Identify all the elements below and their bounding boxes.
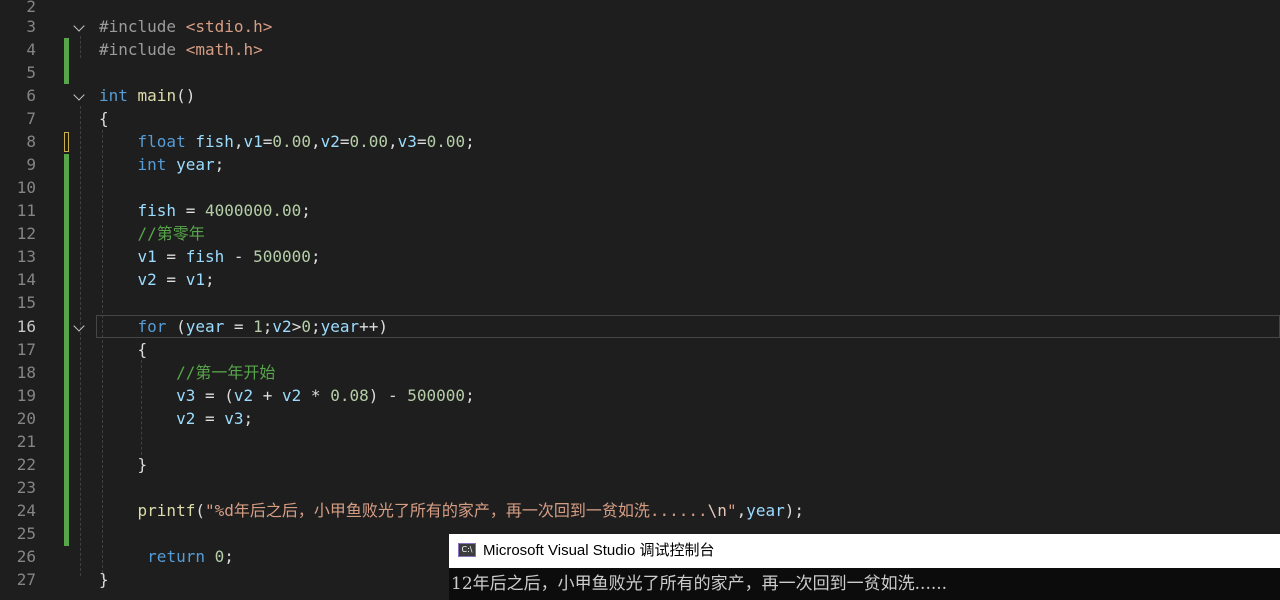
line-number: 6 [26, 86, 36, 105]
code-line[interactable]: 7{ [0, 107, 1280, 130]
code-line[interactable]: 21 [0, 430, 1280, 453]
code-text: float fish,v1=0.00,v2=0.00,v3=0.00; [137, 132, 475, 151]
code-text: int year; [137, 155, 225, 174]
line-number: 20 [16, 409, 36, 428]
line-number: 24 [16, 501, 36, 520]
line-number: 4 [26, 40, 36, 59]
line-number: 17 [16, 340, 36, 359]
code-line[interactable]: 3 #include <stdio.h> [0, 15, 1280, 38]
line-number: 7 [26, 109, 36, 128]
line-number: 13 [16, 247, 36, 266]
line-number: 5 [26, 63, 36, 82]
code-line[interactable]: 18 //第一年开始 [0, 361, 1280, 384]
code-text: int main() [99, 86, 196, 105]
code-text: v2 = v3; [176, 409, 254, 428]
console-title-bar[interactable]: C:\ Microsoft Visual Studio 调试控制台 [449, 534, 1280, 568]
line-number: 12 [16, 224, 36, 243]
code-line[interactable]: 19 v3 = (v2 + v2 * 0.08) - 500000; [0, 384, 1280, 407]
code-text: { [99, 340, 148, 359]
code-text: { [99, 109, 109, 128]
code-text: for (year = 1;v2>0;year++) [137, 317, 389, 336]
console-output: 12年后之后，小甲鱼败光了所有的家产，再一次回到一贫如洗...... [451, 574, 948, 594]
line-number: 23 [16, 478, 36, 497]
code-line[interactable]: 9 int year; [0, 153, 1280, 176]
line-number: 14 [16, 270, 36, 289]
code-line[interactable]: 22 } [0, 453, 1280, 476]
code-text: } [99, 570, 109, 589]
code-text: fish = 4000000.00; [137, 201, 311, 220]
code-text: v2 = v1; [137, 270, 215, 289]
code-line[interactable]: 11 fish = 4000000.00; [0, 199, 1280, 222]
line-number: 26 [16, 547, 36, 566]
line-number: 18 [16, 363, 36, 382]
code-line[interactable]: 16 for (year = 1;v2>0;year++) [0, 315, 1280, 338]
code-text: #include <math.h> [99, 40, 263, 59]
line-number: 9 [26, 155, 36, 174]
fold-chevron-icon[interactable] [72, 84, 86, 107]
code-text: #include <stdio.h> [99, 17, 273, 36]
code-line[interactable]: 15 [0, 291, 1280, 314]
line-number: 22 [16, 455, 36, 474]
console-title: Microsoft Visual Studio 调试控制台 [483, 542, 715, 559]
code-line[interactable]: 23 [0, 476, 1280, 499]
line-number: 19 [16, 386, 36, 405]
code-text: v3 = (v2 + v2 * 0.08) - 500000; [176, 386, 475, 405]
code-line[interactable]: 12 //第零年 [0, 222, 1280, 245]
code-text: printf("%d年后之后，小甲鱼败光了所有的家产，再一次回到一贫如洗....… [137, 501, 805, 520]
code-editor[interactable]: 2 3 #include <stdio.h> 4 #include <math.h> 5 6… [0, 0, 1280, 600]
line-number: 21 [16, 432, 36, 451]
code-line[interactable]: 10 [0, 176, 1280, 199]
code-line[interactable]: 13 v1 = fish - 500000; [0, 245, 1280, 268]
code-text: v1 = fish - 500000; [137, 247, 321, 266]
code-line[interactable]: 20 v2 = v3; [0, 407, 1280, 430]
code-line[interactable]: 5 [0, 61, 1280, 84]
line-number: 8 [26, 132, 36, 151]
code-text: //第一年开始 [99, 363, 276, 382]
debug-console-window[interactable]: C:\ Microsoft Visual Studio 调试控制台 12年后之后… [449, 534, 1280, 600]
code-line[interactable]: 4 #include <math.h> [0, 38, 1280, 61]
line-number: 15 [16, 293, 36, 312]
line-number: 16 [16, 317, 36, 336]
line-number: 3 [26, 17, 36, 36]
fold-chevron-icon[interactable] [72, 315, 86, 338]
code-line[interactable]: 8 float fish,v1=0.00,v2=0.00,v3=0.00; [0, 130, 1280, 153]
fold-chevron-icon[interactable] [72, 15, 86, 38]
code-line[interactable]: 14 v2 = v1; [0, 268, 1280, 291]
code-line[interactable]: 24 printf("%d年后之后，小甲鱼败光了所有的家产，再一次回到一贫如洗.… [0, 499, 1280, 522]
line-number: 11 [16, 201, 36, 220]
code-text: return 0; [147, 547, 234, 566]
code-text: } [99, 455, 148, 474]
line-number: 10 [16, 178, 36, 197]
line-number: 27 [16, 570, 36, 589]
code-line[interactable]: 6 int main() [0, 84, 1280, 107]
code-line[interactable]: 17 { [0, 338, 1280, 361]
line-number: 25 [16, 524, 36, 543]
console-app-icon: C:\ [458, 543, 476, 557]
code-text: //第零年 [99, 224, 205, 243]
